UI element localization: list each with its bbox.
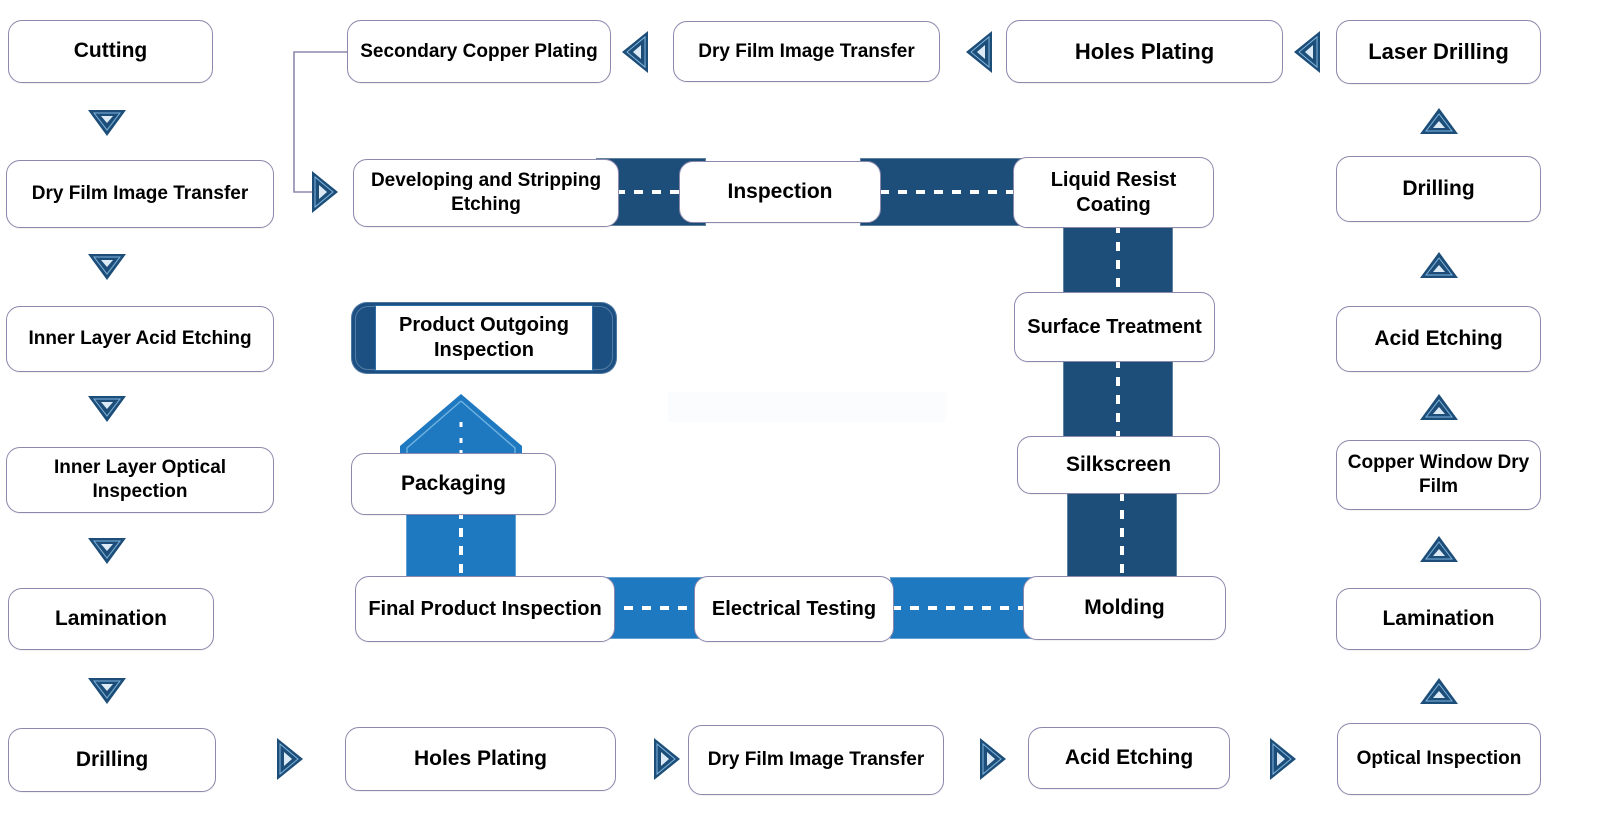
node-electrical-testing[interactable]: Electrical Testing bbox=[694, 576, 894, 642]
node-label: Secondary Copper Plating bbox=[360, 40, 598, 62]
node-acid-etching-right[interactable]: Acid Etching bbox=[1336, 306, 1541, 372]
node-label: Silkscreen bbox=[1065, 452, 1172, 476]
node-holes-plating-top[interactable]: Holes Plating bbox=[1006, 20, 1283, 83]
node-label: Drilling bbox=[75, 747, 149, 771]
node-molding[interactable]: Molding bbox=[1023, 576, 1226, 640]
arrow-up-copperwindow-to-acidetching-right bbox=[1420, 394, 1458, 422]
ribbon-electricaltesting-to-finalproduct bbox=[604, 577, 704, 639]
node-inspection[interactable]: Inspection bbox=[679, 161, 881, 223]
node-label: Lamination bbox=[54, 606, 167, 630]
arrow-down-lamination-to-drilling bbox=[88, 676, 126, 704]
node-holes-plating-bottom[interactable]: Holes Plating bbox=[345, 727, 616, 791]
node-label: Optical Inspection bbox=[1356, 748, 1522, 770]
flowchart-canvas: Cutting Dry Film Image Transfer Inner La… bbox=[0, 0, 1600, 819]
node-label: Final Product Inspection bbox=[368, 597, 602, 620]
arrow-down-inneracid-to-inneroptical bbox=[88, 394, 126, 422]
node-drilling-right[interactable]: Drilling bbox=[1336, 156, 1541, 222]
node-laser-drilling[interactable]: Laser Drilling bbox=[1336, 20, 1541, 84]
arrow-down-inneroptical-to-lamination bbox=[88, 536, 126, 564]
node-label: Dry Film Image Transfer bbox=[698, 40, 915, 62]
ribbon-dash bbox=[1116, 224, 1120, 298]
arrow-left-laserdrilling-to-holesplating-top bbox=[1294, 31, 1322, 73]
node-label: Inner Layer Optical Inspection bbox=[53, 457, 227, 502]
terminal-inner: Product Outgoing Inspection bbox=[375, 305, 593, 371]
node-secondary-copper-plating[interactable]: Secondary Copper Plating bbox=[347, 20, 611, 83]
node-product-outgoing-inspection[interactable]: Product Outgoing Inspection bbox=[351, 302, 617, 374]
ribbon-dash bbox=[606, 606, 702, 610]
ribbon-molding-to-electricaltesting bbox=[890, 577, 1040, 639]
node-label: Laser Drilling bbox=[1368, 39, 1509, 65]
ribbon-dash bbox=[1120, 492, 1124, 578]
node-drilling-left[interactable]: Drilling bbox=[8, 728, 216, 792]
node-label: Liquid Resist Coating bbox=[1050, 168, 1177, 216]
arrow-up-lamination-to-copperwindow bbox=[1420, 536, 1458, 564]
node-label: Acid Etching bbox=[1064, 745, 1194, 769]
node-label: Developing and Stripping Etching bbox=[370, 170, 602, 215]
node-label: Inspection bbox=[727, 179, 833, 203]
node-label: Surface Treatment bbox=[1027, 315, 1202, 338]
node-label: Copper Window Dry Film bbox=[1347, 452, 1530, 497]
ribbon-dash bbox=[862, 190, 1033, 194]
node-label: Cutting bbox=[73, 39, 148, 63]
background-artifact bbox=[668, 392, 946, 422]
node-acid-etching-bottom[interactable]: Acid Etching bbox=[1028, 727, 1230, 789]
node-label: Drilling bbox=[1402, 176, 1475, 200]
ribbon-liquidresist-to-surfacetreatment bbox=[1063, 222, 1173, 300]
arrow-left-dryfilm-to-secondarycopper bbox=[622, 31, 650, 73]
ribbon-surfacetreatment-to-silkscreen bbox=[1063, 357, 1173, 441]
arrow-right-into-developing-etching bbox=[310, 171, 338, 213]
node-liquid-resist-coating[interactable]: Liquid Resist Coating bbox=[1013, 157, 1214, 228]
node-final-product-inspection[interactable]: Final Product Inspection bbox=[355, 576, 615, 642]
node-inner-layer-acid-etching[interactable]: Inner Layer Acid Etching bbox=[6, 306, 274, 372]
arrow-up-drilling-to-laserdrilling bbox=[1420, 108, 1458, 136]
node-dry-film-image-transfer-left[interactable]: Dry Film Image Transfer bbox=[6, 160, 274, 228]
node-label: Holes Plating bbox=[1074, 38, 1215, 64]
ribbon-dash bbox=[892, 606, 1038, 610]
arrow-right-acidetching-to-opticalinspection-bottom bbox=[1268, 738, 1296, 780]
arrow-down-cutting-to-dryfilm bbox=[88, 108, 126, 136]
ribbon-dash bbox=[1116, 359, 1120, 439]
node-label: Product Outgoing Inspection bbox=[399, 313, 569, 361]
arrow-left-holesplating-to-dryfilm-top bbox=[966, 31, 994, 73]
arrow-right-holesplating-to-dryfilm-bottom bbox=[652, 738, 680, 780]
node-lamination-left[interactable]: Lamination bbox=[8, 588, 214, 650]
node-inner-layer-optical-inspection[interactable]: Inner Layer Optical Inspection bbox=[6, 447, 274, 513]
node-dry-film-image-transfer-bottom[interactable]: Dry Film Image Transfer bbox=[688, 725, 944, 795]
node-surface-treatment[interactable]: Surface Treatment bbox=[1014, 292, 1215, 362]
node-developing-and-stripping-etching[interactable]: Developing and Stripping Etching bbox=[353, 159, 619, 227]
arrow-right-drilling-to-holesplating bbox=[275, 738, 303, 780]
node-label: Dry Film Image Transfer bbox=[31, 183, 249, 205]
node-label: Holes Plating bbox=[413, 746, 548, 770]
node-dry-film-image-transfer-top[interactable]: Dry Film Image Transfer bbox=[673, 21, 940, 82]
arrow-up-acidetching-to-drilling-right bbox=[1420, 252, 1458, 280]
node-cutting[interactable]: Cutting bbox=[8, 20, 213, 83]
ribbon-finalproduct-to-packaging bbox=[406, 508, 516, 586]
ribbon-inspection-to-liquidresist bbox=[860, 158, 1035, 226]
arrow-up-opticalinspection-to-lamination-right bbox=[1420, 678, 1458, 706]
ribbon-silkscreen-to-molding bbox=[1067, 490, 1177, 580]
node-label: Electrical Testing bbox=[711, 597, 877, 620]
node-label: Acid Etching bbox=[1374, 326, 1503, 350]
node-optical-inspection-bottom[interactable]: Optical Inspection bbox=[1337, 723, 1541, 795]
node-copper-window-dry-film[interactable]: Copper Window Dry Film bbox=[1336, 440, 1541, 510]
node-label: Molding bbox=[1084, 595, 1165, 619]
node-label: Inner Layer Acid Etching bbox=[28, 328, 252, 350]
ribbon-dash bbox=[459, 510, 463, 584]
node-packaging[interactable]: Packaging bbox=[351, 453, 556, 515]
node-lamination-right[interactable]: Lamination bbox=[1336, 588, 1541, 650]
node-label: Lamination bbox=[1382, 606, 1495, 630]
arrow-right-dryfilm-to-acidetching-bottom bbox=[978, 738, 1006, 780]
arrow-down-dryfilm-to-inneracid bbox=[88, 252, 126, 280]
node-label: Packaging bbox=[400, 471, 507, 495]
node-silkscreen[interactable]: Silkscreen bbox=[1017, 436, 1220, 494]
node-label: Dry Film Image Transfer bbox=[707, 749, 925, 771]
